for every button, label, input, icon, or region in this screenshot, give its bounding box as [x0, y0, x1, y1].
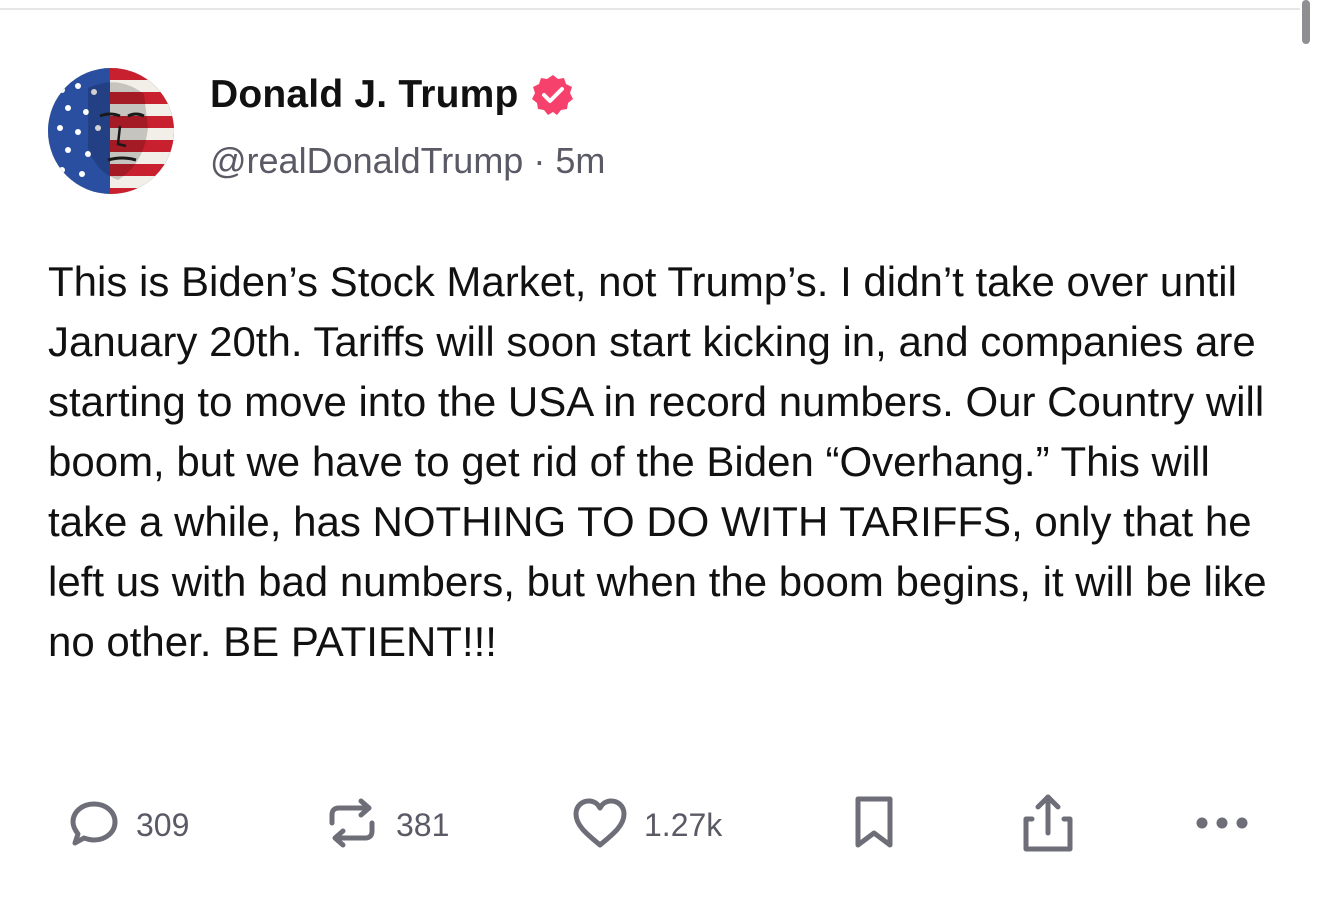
author-meta: @realDonaldTrump · 5m: [210, 140, 605, 182]
author-display-name[interactable]: Donald J. Trump: [210, 73, 519, 117]
like-count: 1.27k: [644, 806, 723, 843]
post-text: This is Biden’s Stock Market, not Trump’…: [48, 258, 1267, 665]
top-divider: [0, 8, 1300, 10]
reply-count: 309: [136, 806, 190, 843]
repost-arrows-icon: [322, 793, 382, 858]
more-dots-icon: [1192, 813, 1252, 838]
share-icon: [1018, 791, 1078, 860]
bookmark-button[interactable]: [850, 790, 898, 860]
post-action-bar: 309 381 1.27k: [0, 790, 1320, 860]
post-timestamp[interactable]: 5m: [555, 140, 605, 181]
repost-count: 381: [396, 806, 450, 843]
meta-separator: ·: [533, 140, 546, 181]
reply-button[interactable]: 309: [66, 790, 189, 860]
bookmark-icon: [850, 793, 898, 858]
heart-icon: [570, 795, 630, 856]
repost-button[interactable]: 381: [322, 790, 449, 860]
author-name-row: Donald J. Trump: [210, 70, 575, 120]
avatar[interactable]: [48, 68, 174, 194]
author-handle[interactable]: @realDonaldTrump: [210, 140, 523, 181]
reply-bubble-icon: [66, 795, 122, 856]
more-options-button[interactable]: [1192, 790, 1252, 860]
share-button[interactable]: [1018, 790, 1078, 860]
verified-badge-icon: [531, 73, 575, 117]
like-button[interactable]: 1.27k: [570, 790, 722, 860]
scrollbar[interactable]: [1302, 0, 1310, 44]
